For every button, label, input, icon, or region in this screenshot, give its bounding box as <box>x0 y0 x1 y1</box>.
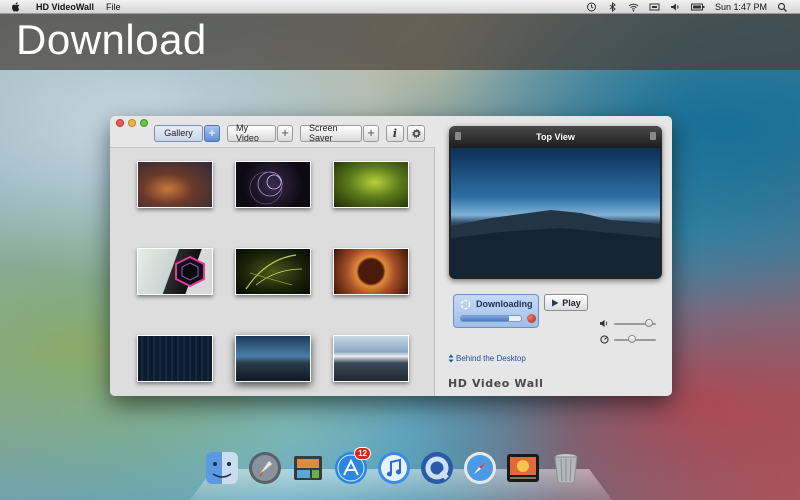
window-controls <box>116 119 148 127</box>
preview-title: Top View <box>536 132 575 142</box>
spiral-art <box>249 171 283 205</box>
play-button[interactable]: Play <box>544 294 588 311</box>
spotlight-icon[interactable] <box>777 2 788 12</box>
menu-clock[interactable]: Sun 1:47 PM <box>715 2 767 12</box>
pin-icon <box>455 132 461 140</box>
stop-download-button[interactable] <box>527 314 536 323</box>
speed-slider[interactable] <box>600 335 662 345</box>
video-thumbnail[interactable] <box>333 335 409 382</box>
trash-icon[interactable] <box>548 450 584 486</box>
safari-icon[interactable] <box>462 450 498 486</box>
speed-knob[interactable] <box>627 335 636 343</box>
video-thumbnail[interactable] <box>235 161 311 208</box>
add-gallery-button[interactable]: + <box>204 124 220 142</box>
updown-arrows-icon <box>448 354 454 363</box>
preview-title-bar: Top View <box>449 126 662 148</box>
app-store-icon[interactable]: 12 <box>333 447 371 486</box>
download-button[interactable]: Downloading <box>453 294 539 328</box>
menu-bar: HD VideoWall File Sun 1:47 PM <box>0 0 800 14</box>
wifi-icon[interactable] <box>628 2 639 12</box>
banner-title: Download <box>16 16 207 63</box>
my-video-tab[interactable]: My Video <box>227 123 276 143</box>
volume-knob[interactable] <box>644 319 653 327</box>
preview-video[interactable] <box>451 148 660 277</box>
app-window: Gallery + My Video + Screen Saver + i To… <box>110 116 672 396</box>
preview-icon[interactable] <box>290 450 326 486</box>
leaf-art <box>245 254 303 290</box>
bluetooth-icon[interactable] <box>607 2 618 12</box>
volume-slider[interactable] <box>600 319 662 329</box>
play-label: Play <box>562 297 581 308</box>
info-button[interactable]: i <box>386 124 404 142</box>
hd-videowall-icon[interactable] <box>505 450 541 486</box>
launchpad-icon[interactable] <box>247 450 283 486</box>
add-my-video-button[interactable]: + <box>277 124 293 142</box>
mountain-art <box>451 210 660 277</box>
add-screen-saver-button[interactable]: + <box>363 124 379 142</box>
app-store-badge: 12 <box>354 447 371 460</box>
video-thumbnail[interactable] <box>333 161 409 208</box>
video-gallery <box>110 147 434 396</box>
speaker-icon <box>600 319 608 328</box>
hexagon-art <box>175 255 205 288</box>
time-machine-icon[interactable] <box>586 2 597 12</box>
video-thumbnail[interactable] <box>137 161 213 208</box>
mode-selector-label: Behind the Desktop <box>456 354 526 363</box>
spinner-icon <box>460 299 471 310</box>
settings-button[interactable] <box>407 124 425 142</box>
volume-icon[interactable] <box>670 2 681 12</box>
pin-icon <box>650 132 656 140</box>
gear-icon <box>411 128 421 138</box>
minimize-window-button[interactable] <box>128 119 136 127</box>
quicktime-icon[interactable] <box>419 450 455 486</box>
app-brand: HD Video Wall <box>448 377 544 390</box>
preview-panel: Top View <box>449 126 662 279</box>
download-progress-fill <box>461 316 509 321</box>
play-icon <box>552 299 559 306</box>
download-label: Downloading <box>476 299 533 309</box>
close-window-button[interactable] <box>116 119 124 127</box>
video-thumbnail[interactable] <box>235 248 311 295</box>
file-menu[interactable]: File <box>106 2 121 12</box>
itunes-icon[interactable] <box>376 450 412 486</box>
zoom-window-button[interactable] <box>140 119 148 127</box>
video-thumbnail[interactable] <box>333 248 409 295</box>
toolbar: Gallery + My Video + Screen Saver + i <box>154 123 428 143</box>
dock: 12 <box>204 447 584 490</box>
finder-icon[interactable] <box>204 450 240 486</box>
video-thumbnail-selected[interactable] <box>235 335 311 382</box>
app-menu-title[interactable]: HD VideoWall <box>36 2 94 12</box>
panel-divider <box>434 147 435 396</box>
download-progress <box>460 315 522 322</box>
battery-icon[interactable] <box>690 2 705 12</box>
gallery-tab[interactable]: Gallery <box>154 124 203 142</box>
screen-saver-tab[interactable]: Screen Saver <box>300 123 362 143</box>
display-mirror-icon[interactable] <box>649 2 660 12</box>
video-thumbnail[interactable] <box>137 335 213 382</box>
video-thumbnail[interactable] <box>137 248 213 295</box>
apple-icon[interactable] <box>10 1 22 13</box>
mode-selector[interactable]: Behind the Desktop <box>448 354 526 363</box>
speed-icon <box>600 335 609 344</box>
promo-banner: Download <box>0 14 800 70</box>
